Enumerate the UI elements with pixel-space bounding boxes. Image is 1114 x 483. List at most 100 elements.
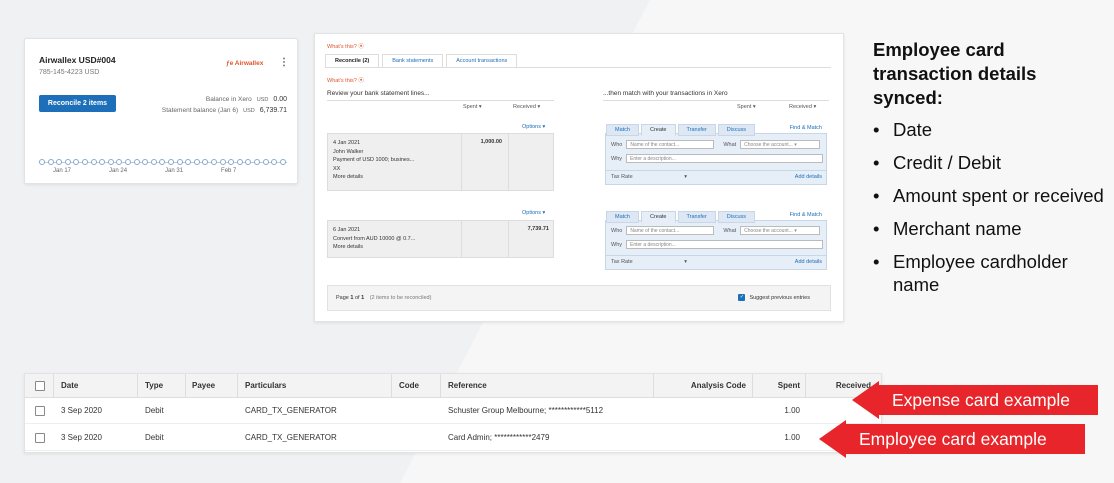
xero-match-box-2: Match Create Transfer Discuss Find & Mat… [605, 211, 827, 270]
tax-rate-select[interactable]: Tax Rate ▾ [611, 259, 687, 265]
whats-this-link-2[interactable]: What's this? ⦿ [327, 76, 364, 84]
cell-type: Debit [145, 406, 164, 415]
received-sort[interactable]: Received ▾ [513, 104, 540, 110]
tab-create[interactable]: Create [640, 124, 676, 136]
cell-particulars: CARD_TX_GENERATOR [245, 433, 337, 442]
feature-list: Date Credit / Debit Amount spent or rece… [873, 118, 1105, 306]
find-match-link[interactable]: Find & Match [790, 212, 822, 218]
why-field[interactable]: Enter a description... [626, 240, 823, 249]
cell-date: 3 Sep 2020 [61, 406, 102, 415]
timeline-dot [73, 159, 80, 165]
timeline-dot [142, 159, 149, 165]
table-row[interactable]: 3 Sep 2020 Debit CARD_TX_GENERATOR Card … [25, 425, 881, 451]
received-amount [508, 134, 555, 190]
why-field[interactable]: Enter a description... [626, 154, 823, 163]
col-code[interactable]: Code [399, 374, 419, 397]
col-spent[interactable]: Spent [760, 374, 800, 397]
col-particulars[interactable]: Particulars [245, 374, 286, 397]
statement-balance: Statement balance (Jan 6) USD 6,739.71 [161, 107, 287, 114]
tab-account-transactions[interactable]: Account transactions [446, 54, 518, 67]
tab-discuss[interactable]: Discuss [717, 124, 756, 136]
add-details-link[interactable]: Add details [795, 174, 822, 180]
feature-item: Date [873, 118, 1105, 141]
timeline-dot [107, 159, 114, 165]
what-field[interactable]: Choose the account... ▾ [740, 140, 821, 149]
tab-transfer[interactable]: Transfer [677, 124, 716, 136]
timeline-dot [176, 159, 183, 165]
timeline-dot [159, 159, 166, 165]
cell-spent: 1.00 [784, 406, 800, 415]
timeline-dot [262, 159, 269, 165]
timeline-dot [47, 159, 54, 165]
transactions-table: Date Type Payee Particulars Code Referen… [24, 373, 882, 453]
row-checkbox[interactable] [35, 405, 45, 416]
cell-date: 3 Sep 2020 [61, 433, 102, 442]
feature-item: Amount spent or received [873, 184, 1105, 207]
xero-match-box-1: Match Create Transfer Discuss Find & Mat… [605, 124, 827, 185]
timeline-dot [125, 159, 131, 165]
find-match-link[interactable]: Find & Match [790, 125, 822, 131]
col-date[interactable]: Date [61, 374, 78, 397]
feature-item: Merchant name [873, 217, 1105, 240]
reconcile-button[interactable]: Reconcile 2 items [39, 95, 116, 112]
what-field[interactable]: Choose the account... ▾ [740, 226, 821, 235]
statement-line-1[interactable]: 4 Jan 2021 John Walker Payment of USD 10… [327, 133, 554, 191]
timeline-dot [245, 159, 252, 165]
help-icon: ⦿ [358, 78, 364, 84]
row-checkbox[interactable] [35, 432, 45, 443]
timeline-dot [56, 159, 63, 165]
options-dropdown[interactable]: Options ▾ [522, 124, 545, 130]
statement-line-2[interactable]: 6 Jan 2021 Convert from AUD 10000 @ 0.7.… [327, 220, 554, 258]
expense-card-callout: Expense card example [852, 381, 1098, 419]
timeline-dot [236, 159, 243, 165]
bank-account-card[interactable]: Airwallex USD#004 785-145-4223 USD ƒe Ai… [24, 38, 298, 184]
tab-reconcile[interactable]: Reconcile (2) [325, 54, 380, 67]
timeline-dot [39, 159, 45, 165]
cell-reference: Schuster Group Melbourne; ************51… [448, 406, 604, 415]
timeline-dot [219, 159, 226, 165]
select-all-checkbox[interactable] [35, 380, 45, 391]
col-payee[interactable]: Payee [192, 374, 215, 397]
timeline-dot [82, 159, 88, 165]
balance-in-xero: Balance in Xero USD 0.00 [205, 96, 287, 103]
tab-create[interactable]: Create [640, 211, 676, 223]
table-row[interactable]: 3 Sep 2020 Debit CARD_TX_GENERATOR Schus… [25, 398, 881, 424]
more-details-link[interactable]: More details [333, 173, 456, 182]
account-title[interactable]: Airwallex USD#004 [39, 55, 116, 65]
suggest-previous-entries[interactable]: ✓ Suggest previous entries [738, 294, 810, 301]
col-reference[interactable]: Reference [448, 374, 487, 397]
tax-rate-select[interactable]: Tax Rate ▾ [611, 174, 687, 180]
cell-spent: 1.00 [784, 433, 800, 442]
timeline-labels: Jan 17 Jan 24 Jan 31 Feb 7 [53, 168, 237, 174]
balance-timeline [39, 157, 287, 167]
add-details-link[interactable]: Add details [795, 259, 822, 265]
cell-particulars: CARD_TX_GENERATOR [245, 406, 337, 415]
cell-analysis-code [661, 425, 746, 450]
options-dropdown-2[interactable]: Options ▾ [522, 210, 545, 216]
spent-amount [461, 221, 508, 257]
more-details-link[interactable]: More details [333, 243, 456, 252]
cell-type: Debit [145, 433, 164, 442]
spent-sort-right[interactable]: Spent ▾ [737, 104, 756, 110]
timeline-dot [279, 159, 286, 165]
tab-match[interactable]: Match [606, 124, 639, 136]
timeline-dot [185, 159, 192, 165]
cell-analysis-code [661, 398, 746, 423]
who-field[interactable]: Name of the contact... [626, 140, 715, 149]
spent-sort[interactable]: Spent ▾ [463, 104, 482, 110]
timeline-dot [228, 159, 235, 165]
timeline-dot [90, 159, 97, 165]
tab-discuss[interactable]: Discuss [717, 211, 756, 223]
more-options-icon[interactable]: ⋮ [279, 57, 289, 68]
col-analysis-code[interactable]: Analysis Code [661, 374, 746, 397]
tab-bank-statements[interactable]: Bank statements [382, 54, 444, 67]
col-type[interactable]: Type [145, 374, 163, 397]
checkbox-checked-icon: ✓ [738, 294, 746, 301]
tab-transfer[interactable]: Transfer [677, 211, 716, 223]
who-field[interactable]: Name of the contact... [626, 226, 715, 235]
page-indicator: Page 1 of 1 (2 items to be reconciled) [336, 295, 432, 301]
timeline-dot [133, 159, 140, 165]
received-sort-right[interactable]: Received ▾ [789, 104, 816, 110]
whats-this-link[interactable]: What's this? ⦿ [327, 42, 364, 50]
tab-match[interactable]: Match [606, 211, 639, 223]
